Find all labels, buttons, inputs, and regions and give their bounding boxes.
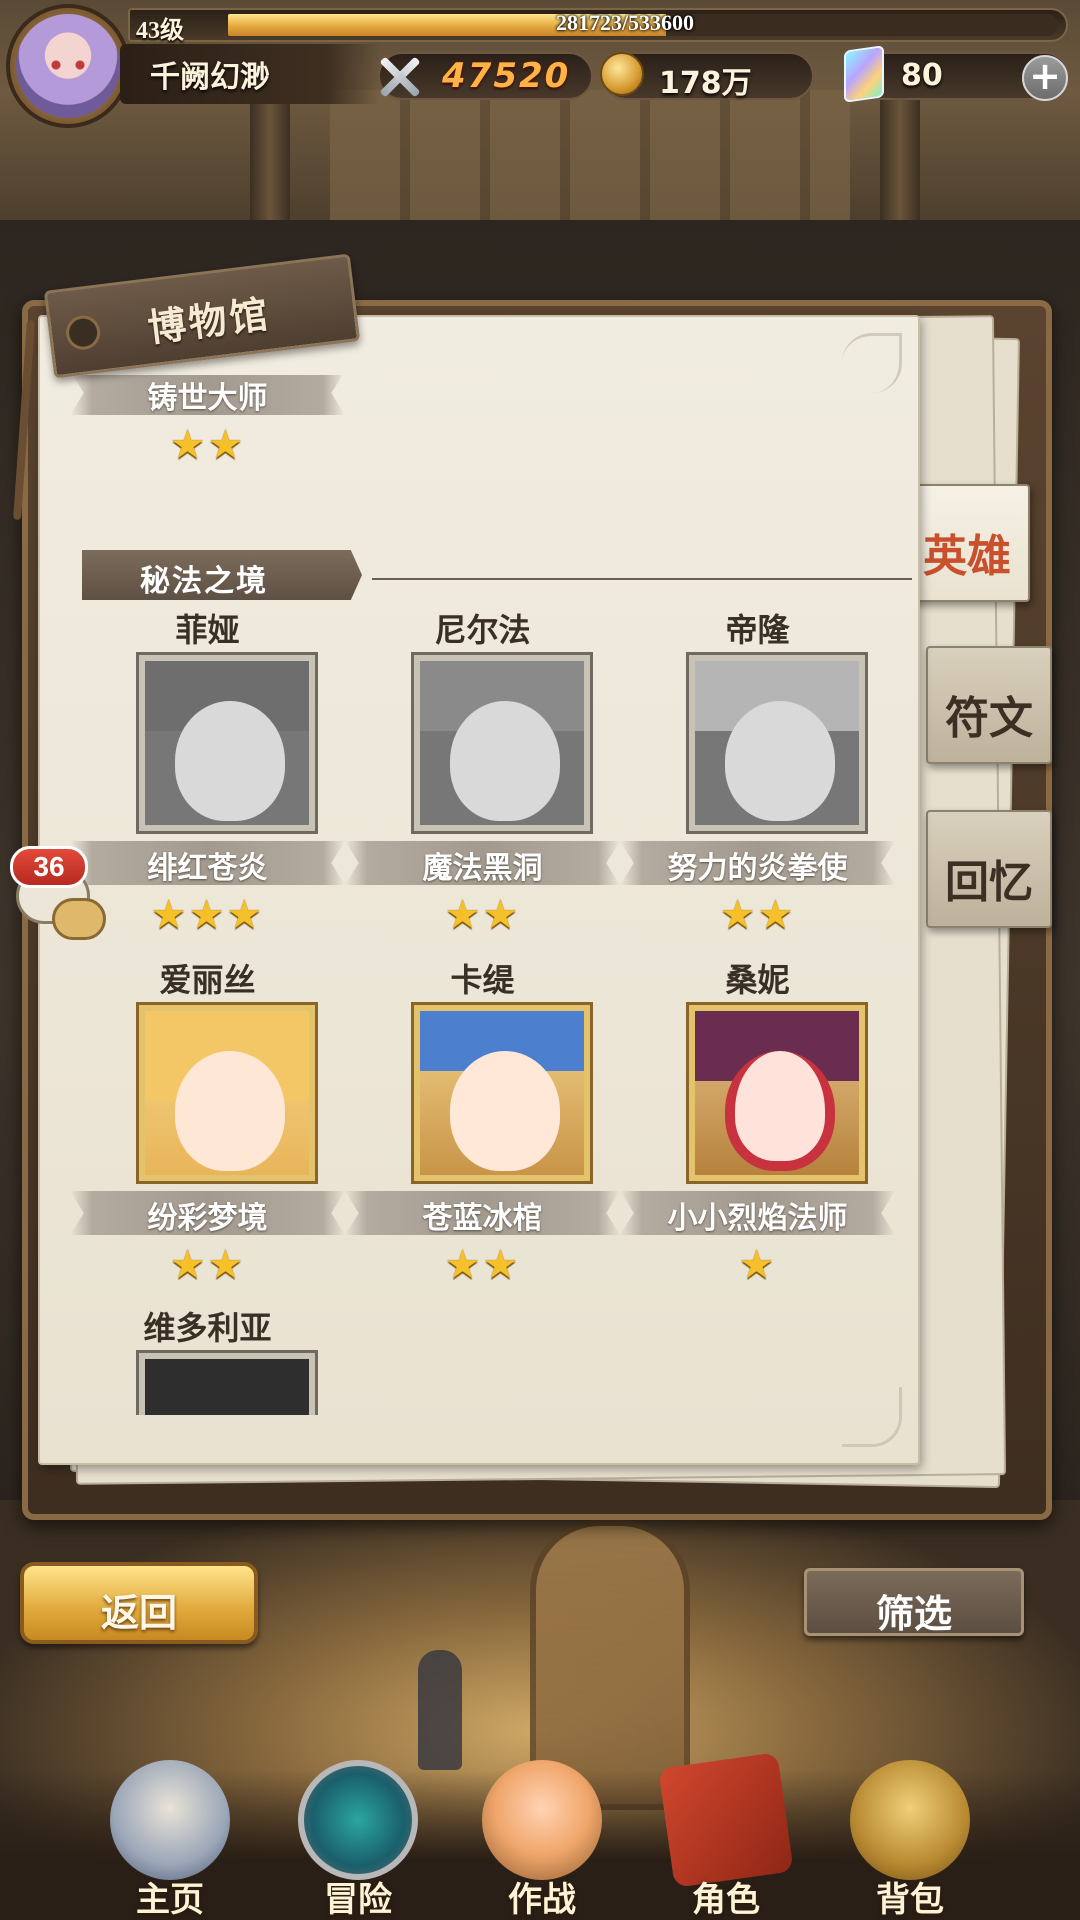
nav-bag-label: 背包 (876, 1880, 944, 1920)
player-name: 千阙幻渺 (150, 60, 270, 95)
add-gems-button[interactable]: + (1022, 55, 1068, 101)
hero-title: 努力的炎拳使 (667, 851, 848, 886)
backpack-icon (850, 1760, 970, 1880)
hero-card[interactable]: 菲娅 绯红苍炎 ★★★ (70, 605, 345, 935)
hero-card[interactable]: 尼尔法 魔法黑洞 ★★ (345, 605, 620, 935)
hero-portrait (136, 1350, 318, 1415)
nav-home[interactable]: 主页 (90, 1750, 250, 1920)
star-rating: ★★ (444, 892, 521, 938)
hero-name: 维多利亚 (143, 1309, 272, 1347)
tab-runes-label: 符文 (945, 693, 1033, 744)
nav-battle[interactable]: 作战 (462, 1750, 622, 1920)
crossed-swords-icon (374, 48, 426, 100)
hero-title: 纷彩梦境 (147, 1201, 268, 1236)
nav-battle-label: 作战 (508, 1880, 576, 1920)
section-divider (372, 578, 912, 580)
gem-value: 80 (901, 58, 943, 93)
combat-power: 47520 (378, 52, 593, 100)
hero-name: 尼尔法 (434, 611, 531, 649)
player-level: 43级 (136, 18, 184, 44)
exp-text: 281723/533600 (555, 10, 695, 35)
hero-name: 桑妮 (725, 961, 790, 999)
hero-portrait (136, 652, 318, 834)
tab-memories[interactable]: 回忆 (926, 810, 1052, 928)
avatar[interactable] (16, 14, 120, 118)
star-rating: ★★ (169, 1242, 246, 1288)
hero-name: 菲娅 (175, 611, 240, 649)
star-rating: ★ (738, 1242, 777, 1288)
hero-portrait (411, 1002, 593, 1184)
nav-bag[interactable]: 背包 (830, 1750, 990, 1920)
star-rating: ★★ (169, 422, 246, 468)
star-rating: ★★★ (150, 892, 265, 938)
nav-character[interactable]: 角色 (646, 1750, 806, 1920)
nav-adventure[interactable]: 冒险 (278, 1750, 438, 1920)
hero-name: 爱丽丝 (159, 961, 256, 999)
hero-title: 绯红苍炎 (147, 851, 268, 886)
tab-heroes-label: 英雄 (923, 531, 1011, 582)
section-title: 秘法之境 (140, 564, 268, 599)
hero-card[interactable]: 爱丽丝 纷彩梦境 ★★ (70, 955, 345, 1285)
star-rating: ★★ (444, 1242, 521, 1288)
gold-counter: 178万 (600, 52, 814, 101)
hero-card[interactable]: 桑妮 小小烈焰法师 ★ (620, 955, 895, 1285)
hero-name: 帝隆 (725, 611, 790, 649)
nav-home-label: 主页 (136, 1880, 204, 1920)
hero-portrait (686, 652, 868, 834)
nav-character-label: 角色 (692, 1880, 760, 1920)
hero-card[interactable]: 维多利亚 (70, 1303, 345, 1415)
page-title: 博物馆 (145, 291, 273, 351)
tab-heroes[interactable]: 英雄 (904, 484, 1030, 602)
hero-card[interactable]: 卡缇 苍蓝冰棺 ★★ (345, 955, 620, 1285)
filter-button[interactable]: 筛选 (804, 1568, 1024, 1636)
power-value: 47520 (442, 56, 571, 96)
rainbow-gem-icon (844, 45, 884, 103)
hero-portrait (686, 1002, 868, 1184)
nav-adventure-label: 冒险 (324, 1880, 392, 1920)
hero-portrait (136, 1002, 318, 1184)
hero-title: 小小烈焰法师 (667, 1201, 848, 1236)
hero-card[interactable]: 铸世大师 ★★ (70, 375, 345, 465)
back-button[interactable]: 返回 (20, 1562, 258, 1644)
hero-title: 魔法黑洞 (422, 851, 543, 886)
back-button-label: 返回 (100, 1591, 177, 1635)
tab-runes[interactable]: 符文 (926, 646, 1052, 764)
plus-icon: + (1029, 54, 1061, 98)
castle-icon (110, 1760, 230, 1880)
tab-memories-label: 回忆 (945, 857, 1033, 908)
top-hud: 43级 281723/533600 千阙幻渺 47520 178万 80 + (0, 0, 1080, 128)
section-header: 秘法之境 (82, 550, 912, 600)
hero-sword-icon (482, 1760, 602, 1880)
hero-name: 卡缇 (450, 961, 515, 999)
tag-hole (64, 313, 103, 352)
star-rating: ★★ (719, 892, 796, 938)
hero-collection-list[interactable]: 铸世大师 ★★ 秘法之境 菲娅 绯红苍炎 ★★★ 尼尔法 魔法黑洞 ★★ 帝隆 … (40, 375, 920, 1415)
hero-portrait (411, 652, 593, 834)
portal-icon (298, 1760, 418, 1880)
hero-card[interactable]: 帝隆 努力的炎拳使 ★★ (620, 605, 895, 935)
hero-title: 苍蓝冰棺 (422, 1201, 543, 1236)
gold-coin-icon (600, 52, 644, 96)
gold-value: 178万 (659, 66, 752, 101)
hero-title: 铸世大师 (147, 381, 268, 416)
chat-count-badge: 36 (10, 846, 88, 888)
filter-button-label: 筛选 (875, 1592, 952, 1636)
book-icon (658, 1752, 794, 1888)
